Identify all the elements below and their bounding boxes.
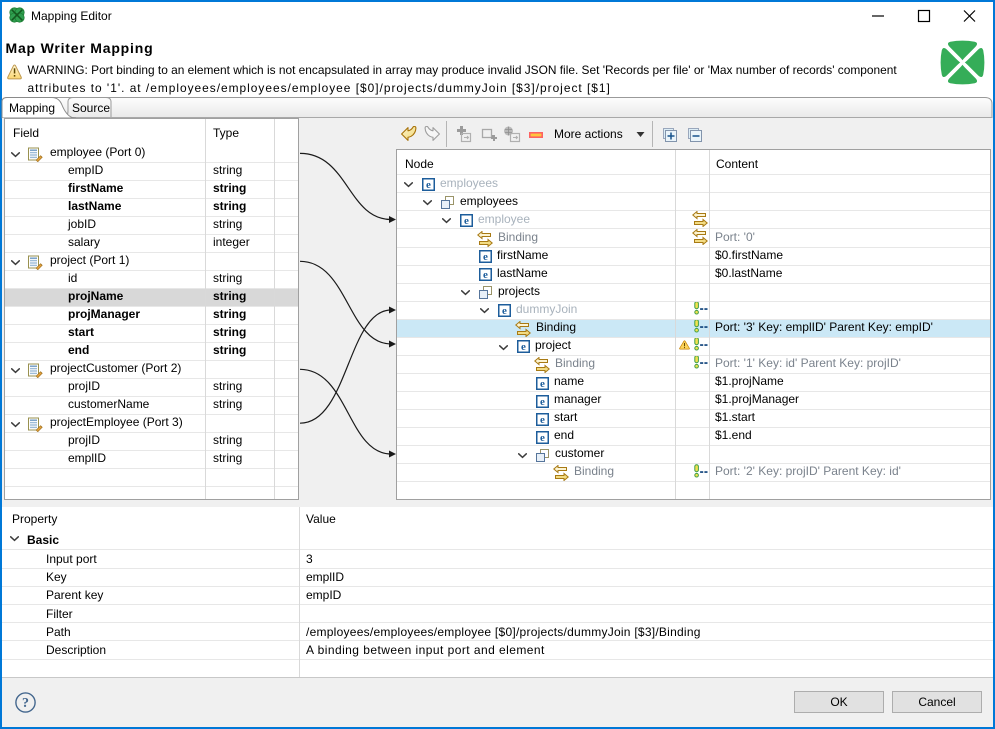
svg-text:e: e [540, 378, 545, 390]
svg-text:e: e [426, 179, 431, 191]
svg-text:e: e [521, 341, 526, 353]
svg-text:?: ? [22, 696, 29, 711]
svg-text:e: e [540, 396, 545, 408]
svg-text:e: e [483, 269, 488, 281]
svg-text:e: e [464, 215, 469, 227]
svg-text:e: e [540, 432, 545, 444]
svg-text:e: e [502, 305, 507, 317]
svg-text:e: e [540, 414, 545, 426]
svg-text:e: e [483, 251, 488, 263]
